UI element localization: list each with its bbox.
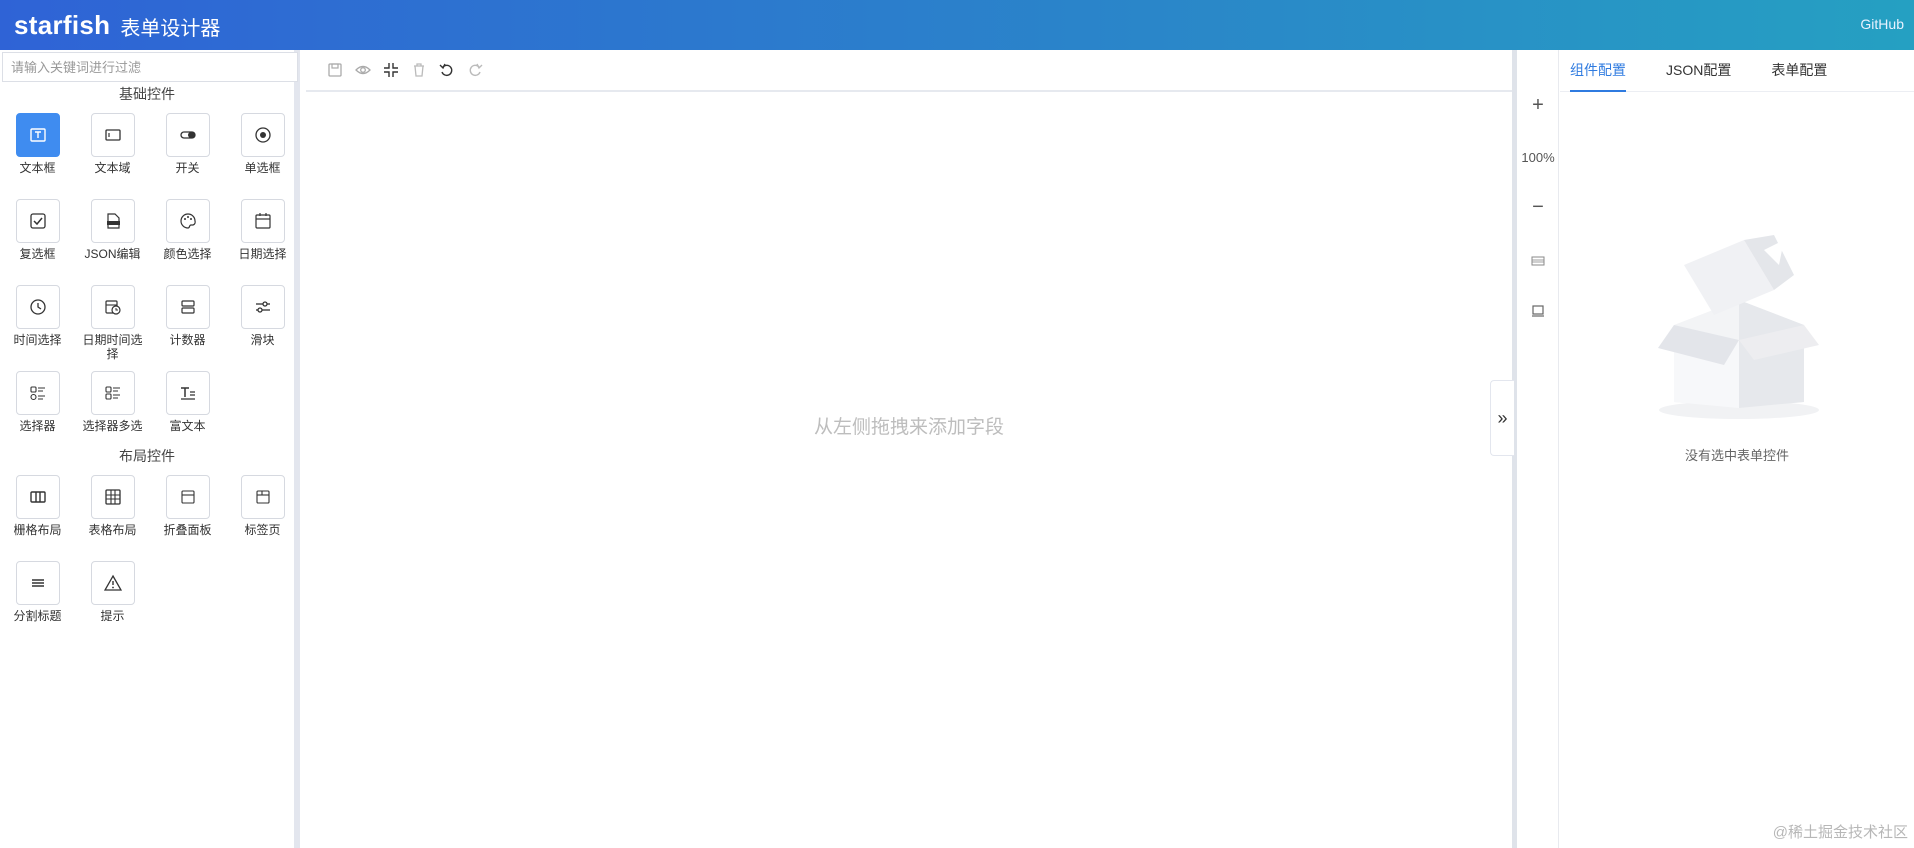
tab-component-config[interactable]: 组件配置: [1570, 50, 1626, 92]
empty-box-illustration: [1644, 220, 1834, 435]
palette-item-label: 富文本: [169, 419, 206, 433]
palette-item-label: 标签页: [244, 523, 281, 537]
palette-item-label: 文本域: [94, 161, 131, 175]
redo-icon[interactable]: [466, 61, 484, 79]
text-input-icon: [15, 113, 60, 157]
basic-controls-grid: 文本框 文本域 开关 单选框复选框 JSON编辑 颜色选择 日期选择时间选择 日期时间选择 计数…: [0, 106, 294, 450]
zoom-controls: + 100% −: [1517, 50, 1559, 848]
palette-item-label: 表格布局: [88, 523, 137, 537]
palette-item-label: 计数器: [169, 333, 206, 347]
palette-item-switch[interactable]: 开关: [150, 106, 225, 192]
select-icon: [15, 371, 60, 415]
palette-item-slider[interactable]: 滑块: [225, 278, 300, 364]
palette-item-label: 滑块: [250, 333, 275, 347]
palette-item-checkbox[interactable]: 复选框: [0, 192, 75, 278]
palette-item-table-layout[interactable]: 表格布局: [75, 468, 150, 554]
collapse-right-panel-button[interactable]: »: [1490, 380, 1514, 456]
zoom-in-button[interactable]: +: [1517, 94, 1559, 117]
palette-item-json-file[interactable]: JSON编辑: [75, 192, 150, 278]
preview-icon[interactable]: [354, 61, 372, 79]
collapse-panel-icon: [165, 475, 210, 519]
filter-input[interactable]: [2, 52, 298, 82]
palette-item-collapse-panel[interactable]: 折叠面板: [150, 468, 225, 554]
palette-item-clock[interactable]: 时间选择: [0, 278, 75, 364]
palette-item-textarea[interactable]: 文本域: [75, 106, 150, 192]
json-file-icon: [90, 199, 135, 243]
form-canvas[interactable]: 从左侧拖拽来添加字段: [306, 92, 1512, 848]
group-title-basic: 基础控件: [119, 86, 175, 102]
fullscreen-exit-icon[interactable]: [382, 61, 400, 79]
canvas-empty-hint: 从左侧拖拽来添加字段: [813, 417, 1004, 438]
palette-item-radio[interactable]: 单选框: [225, 106, 300, 192]
palette-item-label: JSON编辑: [84, 247, 141, 261]
radio-icon: [240, 113, 285, 157]
canvas-toolbar: [306, 50, 1512, 92]
github-link[interactable]: GitHub: [1860, 16, 1904, 32]
textarea-icon: [90, 113, 135, 157]
palette-item-multi-select[interactable]: 选择器多选: [75, 364, 150, 450]
tabs-icon: [240, 475, 285, 519]
layout-controls-grid: 栅格布局 表格布局 折叠面板 标签页分割标题 提示: [0, 468, 294, 640]
palette-item-label: 时间选择: [13, 333, 62, 347]
alert-icon: [90, 561, 135, 605]
calendar-clock-icon: [90, 285, 135, 329]
palette-icon: [165, 199, 210, 243]
zoom-level: 100%: [1521, 150, 1555, 165]
delete-icon[interactable]: [410, 61, 428, 79]
config-tabs: 组件配置 JSON配置 表单配置: [1560, 50, 1914, 92]
undo-icon[interactable]: [438, 61, 456, 79]
counter-icon: [165, 285, 210, 329]
palette-item-label: 提示: [100, 609, 125, 623]
palette-item-grid-layout[interactable]: 栅格布局: [0, 468, 75, 554]
palette-item-calendar[interactable]: 日期选择: [225, 192, 300, 278]
divider-title-icon: [15, 561, 60, 605]
rich-text-icon: [165, 371, 210, 415]
checkbox-icon: [15, 199, 60, 243]
empty-state-text: 没有选中表单控件: [1684, 448, 1789, 463]
palette-item-label: 复选框: [19, 247, 56, 261]
tab-form-config[interactable]: 表单配置: [1771, 50, 1827, 92]
grid-layout-icon: [15, 475, 60, 519]
palette-item-label: 文本框: [19, 161, 56, 175]
laptop-view-icon[interactable]: [1517, 304, 1559, 323]
palette-item-label: 选择器: [19, 419, 56, 433]
palette-item-label: 栅格布局: [13, 523, 62, 537]
app-subtitle: 表单设计器: [120, 17, 221, 40]
config-panel: 组件配置 JSON配置 表单配置 没有选中表单控件: [1560, 50, 1914, 848]
palette-item-label: 折叠面板: [163, 523, 212, 537]
palette-item-palette[interactable]: 颜色选择: [150, 192, 225, 278]
palette-item-calendar-clock[interactable]: 日期时间选择: [75, 278, 150, 364]
desktop-view-icon[interactable]: [1517, 254, 1559, 272]
component-palette: 基础控件 文本框 文本域 开关 单选框复选框 JSON编辑 颜色选择 日期选择时间选择 日期时…: [0, 50, 300, 848]
palette-item-label: 颜色选择: [163, 247, 212, 261]
palette-item-label: 日期选择: [238, 247, 287, 261]
tab-json-config[interactable]: JSON配置: [1666, 50, 1731, 92]
zoom-out-button[interactable]: −: [1517, 196, 1559, 219]
save-icon[interactable]: [326, 61, 344, 79]
clock-icon: [15, 285, 60, 329]
palette-item-counter[interactable]: 计数器: [150, 278, 225, 364]
palette-item-select[interactable]: 选择器: [0, 364, 75, 450]
palette-item-label: 单选框: [244, 161, 281, 175]
multi-select-icon: [90, 371, 135, 415]
calendar-icon: [240, 199, 285, 243]
palette-item-text-input[interactable]: 文本框: [0, 106, 75, 192]
palette-item-alert[interactable]: 提示: [75, 554, 150, 640]
slider-icon: [240, 285, 285, 329]
watermark: @稀土掘金技术社区: [1772, 824, 1908, 841]
palette-item-rich-text[interactable]: 富文本: [150, 364, 225, 450]
palette-item-label: 开关: [175, 161, 200, 175]
brand-logo: starfish: [14, 9, 111, 40]
palette-item-tabs[interactable]: 标签页: [225, 468, 300, 554]
app-header: starfish 表单设计器 GitHub: [0, 0, 1914, 50]
table-layout-icon: [90, 475, 135, 519]
palette-item-divider-title[interactable]: 分割标题: [0, 554, 75, 640]
palette-item-label: 选择器多选: [82, 419, 143, 433]
palette-item-label: 日期时间选择: [82, 333, 143, 361]
switch-icon: [165, 113, 210, 157]
palette-item-label: 分割标题: [13, 609, 62, 623]
